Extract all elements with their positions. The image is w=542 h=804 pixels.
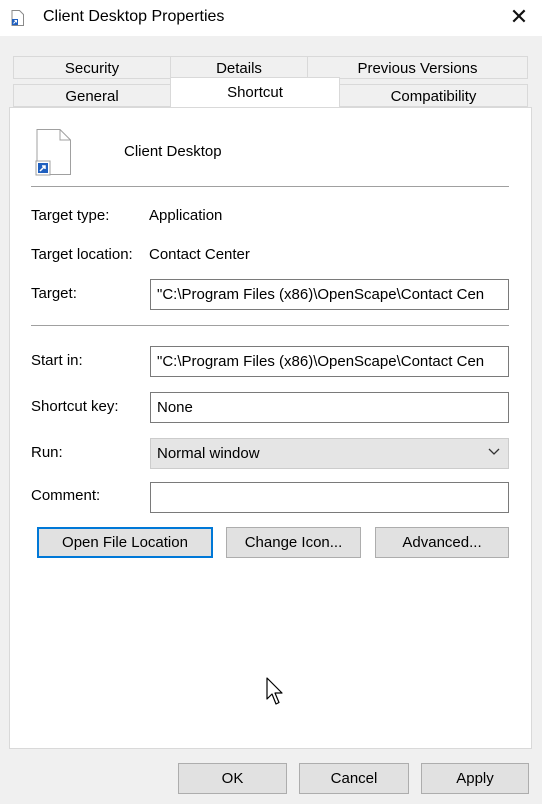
window-title: Client Desktop Properties	[43, 8, 225, 25]
ok-button[interactable]: OK	[178, 763, 287, 794]
target-location-label: Target location:	[31, 246, 133, 263]
tab-compatibility[interactable]: Compatibility	[339, 84, 528, 107]
target-location-value: Contact Center	[149, 246, 250, 263]
start-in-input[interactable]: "C:\Program Files (x86)\OpenScape\Contac…	[150, 346, 509, 377]
start-in-label: Start in:	[31, 352, 83, 369]
mouse-pointer-icon	[266, 677, 283, 705]
shortcut-file-icon	[35, 129, 71, 176]
shortcut-file-icon	[11, 10, 24, 26]
separator	[31, 186, 509, 187]
shortcut-key-input[interactable]: None	[150, 392, 509, 423]
tab-details[interactable]: Details	[170, 56, 308, 79]
target-input[interactable]: "C:\Program Files (x86)\OpenScape\Contac…	[150, 279, 509, 310]
chevron-down-icon	[488, 448, 500, 455]
cancel-button[interactable]: Cancel	[299, 763, 409, 794]
run-select-value: Normal window	[157, 445, 260, 462]
target-type-label: Target type:	[31, 207, 110, 224]
target-label: Target:	[31, 285, 77, 302]
comment-input[interactable]	[150, 482, 509, 513]
shortcut-key-label: Shortcut key:	[31, 398, 119, 415]
change-icon-button[interactable]: Change Icon...	[226, 527, 361, 558]
run-label: Run:	[31, 444, 63, 461]
shortcut-panel	[9, 107, 532, 749]
tab-previous-versions[interactable]: Previous Versions	[307, 56, 528, 79]
separator	[31, 325, 509, 326]
tab-shortcut[interactable]: Shortcut	[170, 77, 340, 107]
tab-security[interactable]: Security	[13, 56, 171, 79]
tab-general[interactable]: General	[13, 84, 171, 107]
open-file-location-button[interactable]: Open File Location	[37, 527, 213, 558]
apply-button[interactable]: Apply	[421, 763, 529, 794]
run-select[interactable]: Normal window	[150, 438, 509, 469]
target-type-value: Application	[149, 207, 223, 224]
shortcut-name: Client Desktop	[124, 143, 222, 160]
close-button[interactable]: ✕	[496, 0, 542, 36]
title-bar: Client Desktop Properties ✕	[0, 0, 542, 36]
advanced-button[interactable]: Advanced...	[375, 527, 509, 558]
comment-label: Comment:	[31, 487, 101, 504]
